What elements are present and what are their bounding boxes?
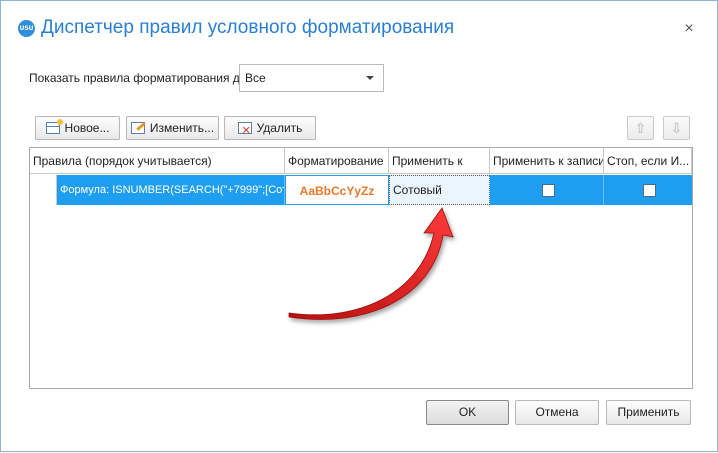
conditional-formatting-dialog: USU Диспетчер правил условного форматиро… — [0, 0, 718, 452]
annotation-arrow — [288, 207, 454, 320]
red-arrow-icon — [288, 207, 454, 320]
